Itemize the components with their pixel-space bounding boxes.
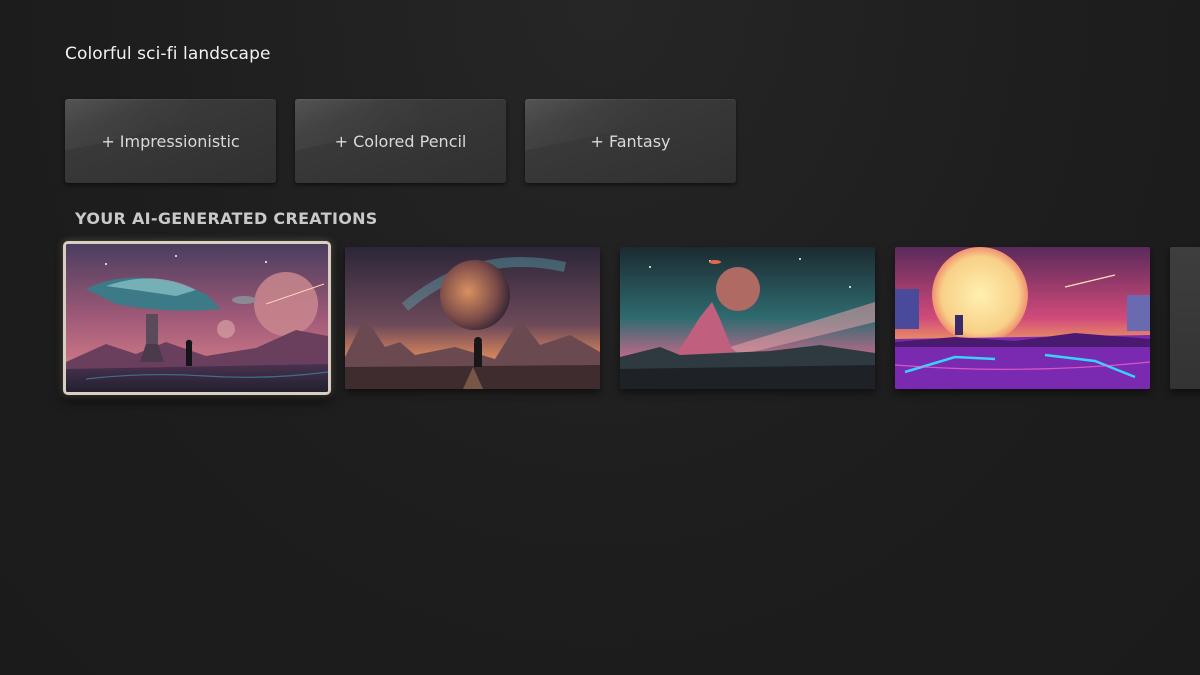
style-button-colored-pencil[interactable]: + Colored Pencil [295, 99, 506, 183]
creation-thumbnail-3[interactable] [620, 247, 875, 389]
creation-image-2 [345, 247, 600, 389]
ai-art-screen: Colorful sci-fi landscape + Impressionis… [0, 0, 1200, 675]
style-button-label: + Impressionistic [101, 131, 240, 151]
style-button-impressionistic[interactable]: + Impressionistic [65, 99, 276, 183]
creation-thumbnail-5-partial[interactable] [1170, 247, 1200, 389]
prompt-text: Colorful sci-fi landscape [65, 44, 271, 64]
creation-image-4 [895, 247, 1150, 389]
creation-thumbnail-1[interactable] [63, 241, 331, 395]
creation-image-1 [66, 244, 328, 392]
style-button-label: + Fantasy [590, 131, 671, 151]
style-suggestions: + Impressionistic + Colored Pencil + Fan… [65, 99, 736, 183]
creation-thumbnail-4[interactable] [895, 247, 1150, 389]
style-button-fantasy[interactable]: + Fantasy [525, 99, 736, 183]
creation-image-3 [620, 247, 875, 389]
creation-thumbnail-2[interactable] [345, 247, 600, 389]
style-button-label: + Colored Pencil [334, 131, 467, 151]
creations-section-title: YOUR AI-GENERATED CREATIONS [75, 209, 378, 228]
